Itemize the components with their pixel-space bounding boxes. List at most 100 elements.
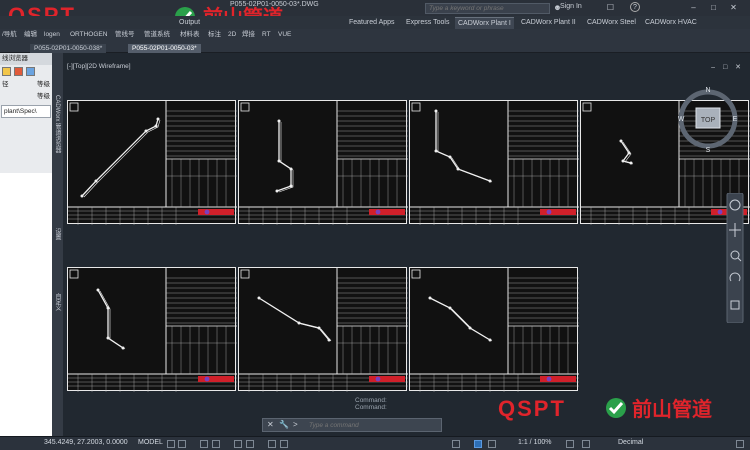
minimize-icon[interactable]: – (688, 2, 699, 13)
palette-row: 径 等级 (0, 79, 52, 91)
tab-cadworx-plant-2[interactable]: CADWorx Plant II (518, 17, 579, 29)
units-readout[interactable]: Decimal (618, 439, 643, 446)
transparency-icon[interactable] (280, 440, 288, 448)
snap-icon[interactable] (178, 440, 186, 448)
polar-icon[interactable] (212, 440, 220, 448)
ribbon-item[interactable]: 管道系统 (144, 29, 170, 40)
title-bar: QSPT 前山管道 P055-02P01-0050-03*.DWG ☻ Sign… (0, 0, 750, 29)
ribbon-item[interactable]: 管线号 (115, 29, 135, 40)
viewport-controls[interactable]: – □ ✕ (711, 63, 744, 71)
palette-list-area[interactable] (0, 173, 52, 436)
command-history-line: Command: (355, 397, 387, 404)
pipe-route (435, 111, 491, 182)
side-tab-custom[interactable]: 自定义 (53, 293, 62, 311)
command-line: ✕ 🔧 > (262, 418, 442, 432)
ribbon-item[interactable]: logen (44, 29, 60, 40)
drawing-canvas[interactable]: [-][Top][2D Wireframe] – □ ✕ TOP N S E W (63, 53, 750, 436)
ribbon-item[interactable]: 编辑 (24, 29, 37, 40)
ribbon-item[interactable]: 材料表 (180, 29, 200, 40)
command-history: Command: Command: (355, 397, 387, 411)
side-tab-browser[interactable]: CADWorx 管道浏览器 (53, 95, 62, 153)
otrack-icon[interactable] (246, 440, 254, 448)
tab-express-tools[interactable]: Express Tools (403, 17, 452, 29)
doc-tab-038[interactable]: P055-02P01-0050-038* (30, 44, 107, 53)
north-arrow (411, 269, 421, 279)
lineweight-icon[interactable] (268, 440, 276, 448)
iso-sheet[interactable] (409, 100, 579, 225)
ribbon-item[interactable]: 标注 (208, 29, 221, 40)
annotation-icon[interactable] (452, 440, 460, 448)
ribbon-item[interactable]: /导航 (2, 29, 17, 40)
plus-icon[interactable] (582, 440, 590, 448)
annotation-scale[interactable]: 1:1 / 100% (518, 439, 551, 446)
search-input[interactable] (425, 3, 550, 14)
title-block-logo (198, 209, 234, 215)
pipe-fitting (468, 326, 472, 330)
tab-cadworx-steel[interactable]: CADWorx Steel (584, 17, 639, 29)
pipe-fitting (327, 338, 331, 342)
pipe-fitting (289, 184, 293, 188)
pipe-fitting (289, 167, 293, 171)
iso-sheet[interactable] (238, 100, 408, 225)
model-space-button[interactable]: MODEL (138, 439, 163, 446)
title-block-emblem (546, 209, 552, 215)
ribbon-item[interactable]: VUE (278, 29, 291, 40)
tab-cadworx-hvac[interactable]: CADWorx HVAC (642, 17, 700, 29)
compass-n: N (705, 87, 710, 94)
wrench-icon[interactable]: 🔧 (279, 420, 289, 429)
delete-icon[interactable] (14, 67, 23, 76)
iso-sheet[interactable] (67, 267, 237, 392)
title-block-logo (198, 376, 234, 382)
spec-path-node[interactable]: plant\Spec\ (1, 105, 51, 118)
pipe-fitting (277, 119, 281, 123)
gear-icon[interactable] (566, 440, 574, 448)
osnap-icon[interactable] (234, 440, 242, 448)
folder-icon[interactable] (2, 67, 11, 76)
close-icon[interactable]: ✕ (267, 420, 274, 429)
command-prompt-icon[interactable]: > (293, 420, 298, 429)
grid-icon[interactable] (167, 440, 175, 448)
ribbon-item[interactable]: 焊接 (242, 29, 255, 40)
tab-featured-apps[interactable]: Featured Apps (346, 17, 398, 29)
ribbon-item[interactable]: RT (262, 29, 271, 40)
selection-icon[interactable] (474, 440, 482, 448)
tab-cadworx-plant-1[interactable]: CADWorx Plant I (455, 17, 514, 29)
cart-icon[interactable]: ☐ (605, 2, 616, 13)
pipe-fitting (94, 179, 98, 183)
sign-in-link[interactable]: Sign In (560, 3, 582, 10)
side-tab-settings[interactable]: 设置 (53, 228, 62, 240)
ortho-icon[interactable] (200, 440, 208, 448)
document-tabs: /导航 编辑 logen ORTHOGEN 管线号 管道系统 材料表 标注 2D… (0, 29, 750, 53)
north-arrow (240, 269, 250, 279)
workspace-icon[interactable] (488, 440, 496, 448)
view-label[interactable]: [-][Top][2D Wireframe] (67, 63, 131, 70)
iso-sheet[interactable] (238, 267, 408, 392)
palette-title: 线浏览器 (0, 53, 52, 65)
doc-tab-03[interactable]: P055-02P01-0050-03* (128, 44, 201, 53)
iso-drawing (68, 268, 237, 392)
iso-drawing (410, 101, 579, 225)
iso-drawing (68, 101, 237, 225)
palette-row: 等级 (0, 91, 52, 103)
north-arrow (69, 269, 79, 279)
viewcube[interactable]: TOP N S E W (678, 83, 738, 153)
title-block-logo (369, 376, 405, 382)
pipe-fitting (154, 124, 158, 128)
iso-sheet[interactable] (409, 267, 579, 392)
pipe-fitting (121, 346, 125, 350)
ribbon-item[interactable]: ORTHOGEN (70, 29, 107, 40)
coordinate-readout: 345.4249, 27.2003, 0.0000 (44, 439, 128, 446)
navigation-bar[interactable] (725, 193, 745, 323)
menu-icon[interactable] (736, 440, 744, 448)
ribbon-item[interactable]: 2D (228, 29, 236, 40)
question-icon[interactable]: ? (630, 2, 640, 12)
pipe-fitting (448, 306, 452, 310)
iso-sheet[interactable] (67, 100, 237, 225)
maximize-icon[interactable]: □ (708, 2, 719, 13)
command-input[interactable] (309, 421, 429, 430)
palette-label-spec-2: 等级 (37, 93, 50, 100)
tab-output[interactable]: Output (176, 17, 203, 29)
palette-toolbar (0, 65, 52, 79)
help-icon[interactable] (26, 67, 35, 76)
close-icon[interactable]: ✕ (728, 2, 739, 13)
